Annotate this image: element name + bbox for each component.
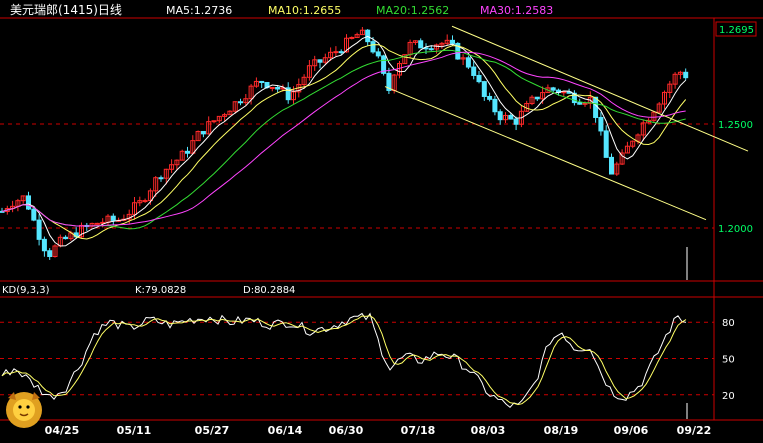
x-tick-label: 05/27 xyxy=(195,424,230,437)
d-value-label: D:80.2884 xyxy=(243,285,295,296)
lion-logo-icon xyxy=(6,392,42,428)
candle-body xyxy=(26,195,31,210)
ma30-label: MA30:1.2583 xyxy=(480,4,553,17)
candle-body xyxy=(41,238,47,252)
candle-body xyxy=(349,36,355,39)
x-tick-label: 06/30 xyxy=(329,424,364,437)
candle-body xyxy=(142,200,148,203)
candle-body xyxy=(492,98,498,113)
candle-body xyxy=(508,114,514,120)
x-tick-label: 09/06 xyxy=(614,424,649,437)
kd-tick-label: 80 xyxy=(722,318,735,329)
candle-body xyxy=(269,86,275,89)
candle-body xyxy=(481,81,487,97)
chart-title: 美元瑞郎(1415)日线 xyxy=(10,3,122,17)
candle-body xyxy=(577,102,583,105)
price-tick-label: 1.2500 xyxy=(718,120,753,131)
candle-body xyxy=(450,39,455,44)
candle-body xyxy=(603,130,609,158)
x-tick-label: 05/11 xyxy=(117,424,152,437)
candle-body xyxy=(598,116,604,132)
candle-body xyxy=(418,40,424,49)
candle-body xyxy=(513,118,519,125)
ma20-label: MA20:1.2562 xyxy=(376,4,449,17)
candle-body xyxy=(94,222,100,225)
candle-body xyxy=(609,156,614,175)
candle-body xyxy=(317,59,323,63)
kd-label: KD(9,3,3) xyxy=(2,285,50,296)
x-tick-label: 09/22 xyxy=(677,424,712,437)
x-tick-label: 07/18 xyxy=(401,424,436,437)
candle-body xyxy=(487,95,493,100)
candle-body xyxy=(561,91,567,94)
x-tick-label: 08/03 xyxy=(471,424,506,437)
ma10-label: MA10:1.2655 xyxy=(268,4,341,17)
candle-body xyxy=(36,219,42,240)
candle-body xyxy=(200,131,206,135)
candle-body xyxy=(497,111,503,121)
candle-body xyxy=(63,236,69,240)
candle-body xyxy=(582,102,588,105)
price-tick-label: 1.2000 xyxy=(718,224,753,235)
candle-body xyxy=(185,150,190,154)
candle-body xyxy=(158,177,164,180)
k-value-label: K:79.0828 xyxy=(135,285,186,296)
candle-body xyxy=(211,120,217,123)
candle-body xyxy=(275,86,281,90)
candle-body xyxy=(338,51,344,54)
x-tick-label: 06/14 xyxy=(268,424,303,437)
candle-body xyxy=(110,215,116,221)
x-tick-label: 08/19 xyxy=(544,424,579,437)
candle-body xyxy=(471,66,477,76)
candle-body xyxy=(593,96,599,118)
candle-body xyxy=(238,101,243,104)
candle-body xyxy=(534,96,540,100)
forex-chart: 美元瑞郎(1415)日线 MA5:1.2736 MA10:1.2655 MA20… xyxy=(0,0,763,443)
candle-body xyxy=(333,51,339,54)
candle-body xyxy=(47,250,53,258)
candle-body xyxy=(370,41,376,53)
ma5-label: MA5:1.2736 xyxy=(166,4,232,17)
candle-body xyxy=(259,80,265,83)
candle-body xyxy=(476,74,482,83)
kd-tick-label: 20 xyxy=(722,391,735,402)
kd-tick-label: 50 xyxy=(722,355,735,366)
candle-body xyxy=(31,208,37,221)
candle-body xyxy=(375,51,381,57)
candle-body xyxy=(550,87,556,91)
candle-body xyxy=(683,71,689,79)
x-tick-label: 04/25 xyxy=(45,424,80,437)
current-price-label: 1.2695 xyxy=(719,25,754,36)
candle-body xyxy=(465,57,471,68)
candle-body xyxy=(428,48,434,51)
